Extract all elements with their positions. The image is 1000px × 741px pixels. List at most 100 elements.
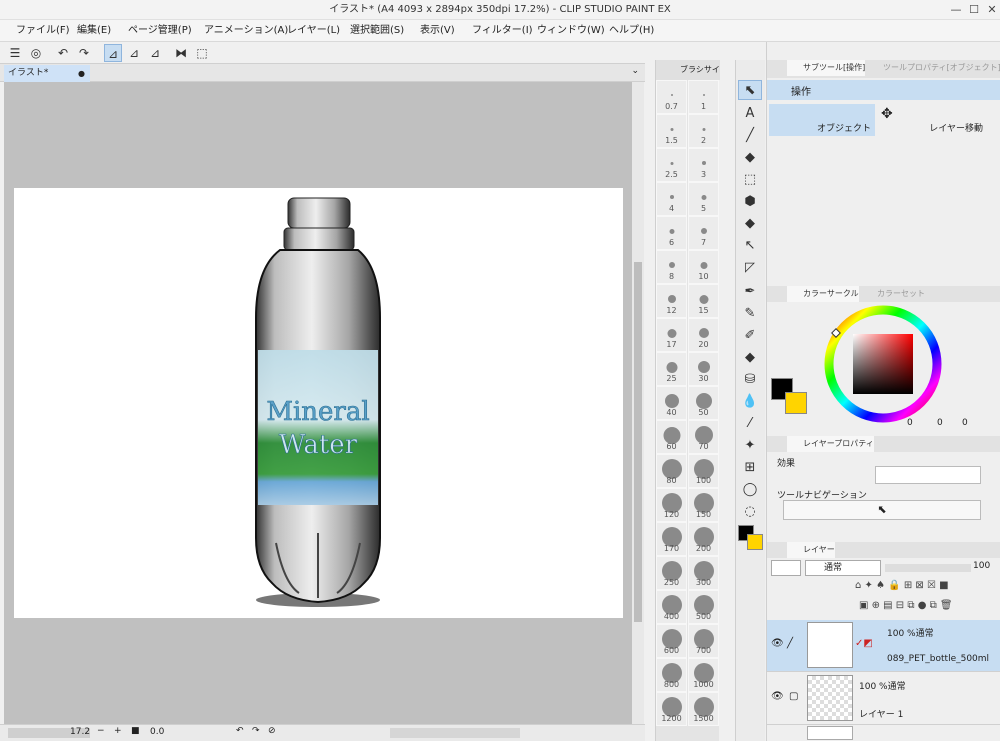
menu-layer[interactable]: レイヤー(L): [287, 20, 340, 42]
text-tool-icon[interactable]: A: [738, 104, 762, 124]
menu-window[interactable]: ウィンドウ(W): [537, 20, 605, 42]
blend-tool-icon[interactable]: 💧: [738, 392, 762, 412]
rotate-left-icon[interactable]: ↶: [236, 726, 244, 736]
brush-size-cell[interactable]: 3: [688, 148, 719, 182]
menu-filter[interactable]: フィルター(I): [472, 20, 533, 42]
snap-special-ruler-icon[interactable]: ⊿: [125, 44, 143, 62]
redo-icon[interactable]: ↷: [75, 44, 93, 62]
fit-button[interactable]: ■: [131, 726, 140, 736]
menu-selection[interactable]: 選択範囲(S): [350, 20, 404, 42]
brush-size-cell[interactable]: 400: [656, 590, 687, 624]
layer-row[interactable]: 👁 ╱ ✓◩ 100 %通常 089_PET_bottle_500ml: [767, 620, 1000, 672]
brush-size-cell[interactable]: 5: [688, 182, 719, 216]
eyedropper-tool-icon[interactable]: ⁄: [738, 414, 762, 434]
flip-horizontal-icon[interactable]: ⧓: [172, 44, 190, 62]
layer-row[interactable]: 👁 ▢ 100 %通常 レイヤー 1: [767, 673, 1000, 725]
brush-size-cell[interactable]: 1000: [688, 658, 719, 692]
eye-icon[interactable]: 👁: [771, 638, 784, 649]
maximize-icon[interactable]: ☐: [966, 0, 982, 20]
brush-size-cell[interactable]: 80: [656, 454, 687, 488]
brush-size-cell[interactable]: 700: [688, 624, 719, 658]
pencil-tool-icon[interactable]: ✎: [738, 304, 762, 324]
layer-tab[interactable]: レイヤー: [787, 542, 835, 558]
sub-tool-layer-move[interactable]: ✥ レイヤー移動: [877, 104, 987, 136]
zoom-value[interactable]: 17.2: [70, 727, 90, 737]
brush-size-cell[interactable]: 2: [688, 114, 719, 148]
menu-page[interactable]: ページ管理(P): [128, 20, 192, 42]
layer-property-tab[interactable]: レイヤープロパティ: [787, 436, 874, 452]
transform-icon[interactable]: ⬚: [193, 44, 211, 62]
brush-size-cell[interactable]: 170: [656, 522, 687, 556]
frame-tool-icon[interactable]: ⊞: [738, 458, 762, 478]
brush-tool-icon[interactable]: ✐: [738, 326, 762, 346]
brush-size-cell[interactable]: 8: [656, 250, 687, 284]
brush-size-cell[interactable]: 200: [688, 522, 719, 556]
eraser-tool-icon[interactable]: ◆: [738, 214, 762, 234]
operation-tool-icon[interactable]: ⬉: [738, 80, 762, 100]
brush-size-cell[interactable]: 1200: [656, 692, 687, 726]
airbrush-tool-icon[interactable]: ⛁: [738, 370, 762, 390]
pen-tool-icon[interactable]: ✒: [738, 282, 762, 302]
layer-action-icons[interactable]: ▣ ⊕ ▤ ⊟ ⧉ ● ⧉ 🗑: [859, 600, 999, 616]
reset-rotation-icon[interactable]: ⊘: [268, 726, 276, 736]
document-tab[interactable]: イラスト* ●: [4, 65, 90, 82]
brush-size-cell[interactable]: 20: [688, 318, 719, 352]
sub-tool-tab[interactable]: サブツール[操作]: [787, 60, 866, 76]
canvas-paper[interactable]: Mineral Water: [14, 188, 623, 618]
balloon-tool-icon[interactable]: ◯: [738, 480, 762, 500]
color-wheel[interactable]: [821, 302, 945, 426]
gradient-tool-icon[interactable]: ◸: [738, 258, 762, 278]
undo-icon[interactable]: ↶: [54, 44, 72, 62]
lasso-tool-icon[interactable]: ◌: [738, 502, 762, 522]
effect-buttons[interactable]: [875, 466, 981, 484]
brush-size-cell[interactable]: 120: [656, 488, 687, 522]
brush-size-cell[interactable]: 30: [688, 352, 719, 386]
brush-size-cell[interactable]: 15: [688, 284, 719, 318]
layer-name[interactable]: 089_PET_bottle_500ml: [887, 654, 989, 664]
layer-lock-icons[interactable]: ⌂ ✦ ♠ 🔒 ⊞ ⊠ ☒ ■: [855, 580, 995, 596]
brush-size-tab[interactable]: ブラシサイ: [656, 60, 720, 80]
brush-size-cell[interactable]: 500: [688, 590, 719, 624]
clip-studio-icon[interactable]: ◎: [27, 44, 45, 62]
color-set-tab[interactable]: カラーセット: [861, 286, 925, 302]
horizontal-scrollbar[interactable]: [390, 728, 520, 738]
rotate-right-icon[interactable]: ↷: [252, 726, 260, 736]
menu-view[interactable]: 表示(V): [420, 20, 455, 42]
hamburger-icon[interactable]: ☰: [6, 44, 24, 62]
sparkle-tool-icon[interactable]: ✦: [738, 436, 762, 456]
brush-size-cell[interactable]: 800: [656, 658, 687, 692]
brush-size-cell[interactable]: 10: [688, 250, 719, 284]
brush-size-cell[interactable]: 60: [656, 420, 687, 454]
brush-size-cell[interactable]: 2.5: [656, 148, 687, 182]
brush-size-cell[interactable]: 250: [656, 556, 687, 590]
scroll-thumb[interactable]: [634, 262, 642, 622]
brush-size-cell[interactable]: 12: [656, 284, 687, 318]
brush-size-cell[interactable]: 0.7: [656, 80, 687, 114]
brush-size-cell[interactable]: 50: [688, 386, 719, 420]
brush-size-cell[interactable]: 100: [688, 454, 719, 488]
tool-sub-color-swatch[interactable]: [747, 534, 763, 550]
sub-tool-object[interactable]: オブジェクト: [769, 104, 875, 136]
tab-menu-chevron-icon[interactable]: ⌄: [631, 66, 639, 76]
brush-size-cell[interactable]: 150: [688, 488, 719, 522]
brush-size-cell[interactable]: 70: [688, 420, 719, 454]
selection-tool-icon[interactable]: ⬚: [738, 170, 762, 190]
menu-animation[interactable]: アニメーション(A): [204, 20, 288, 42]
layer-name[interactable]: レイヤー 1: [859, 707, 903, 720]
sub-color-swatch[interactable]: [785, 392, 807, 414]
brush-size-cell[interactable]: 7: [688, 216, 719, 250]
close-icon[interactable]: ✕: [984, 0, 1000, 20]
brush-size-cell[interactable]: 1500: [688, 692, 719, 726]
brush-size-cell[interactable]: 600: [656, 624, 687, 658]
brush-size-cell[interactable]: 300: [688, 556, 719, 590]
tool-navigation-button[interactable]: ⬉: [783, 500, 981, 520]
sub-tool-group[interactable]: 操作: [767, 80, 1000, 100]
menu-file[interactable]: ファイル(F): [16, 20, 70, 42]
layer-checkbox-icon[interactable]: ▢: [789, 691, 798, 702]
line-tool-icon[interactable]: ╱: [738, 126, 762, 146]
snap-grid-icon[interactable]: ⊿: [146, 44, 164, 62]
eye-icon[interactable]: 👁: [771, 691, 784, 702]
blend-mode-select[interactable]: 通常: [805, 560, 881, 576]
color-circle-tab[interactable]: カラーサークル: [787, 286, 859, 302]
eraser-large-icon[interactable]: ◆: [738, 348, 762, 368]
